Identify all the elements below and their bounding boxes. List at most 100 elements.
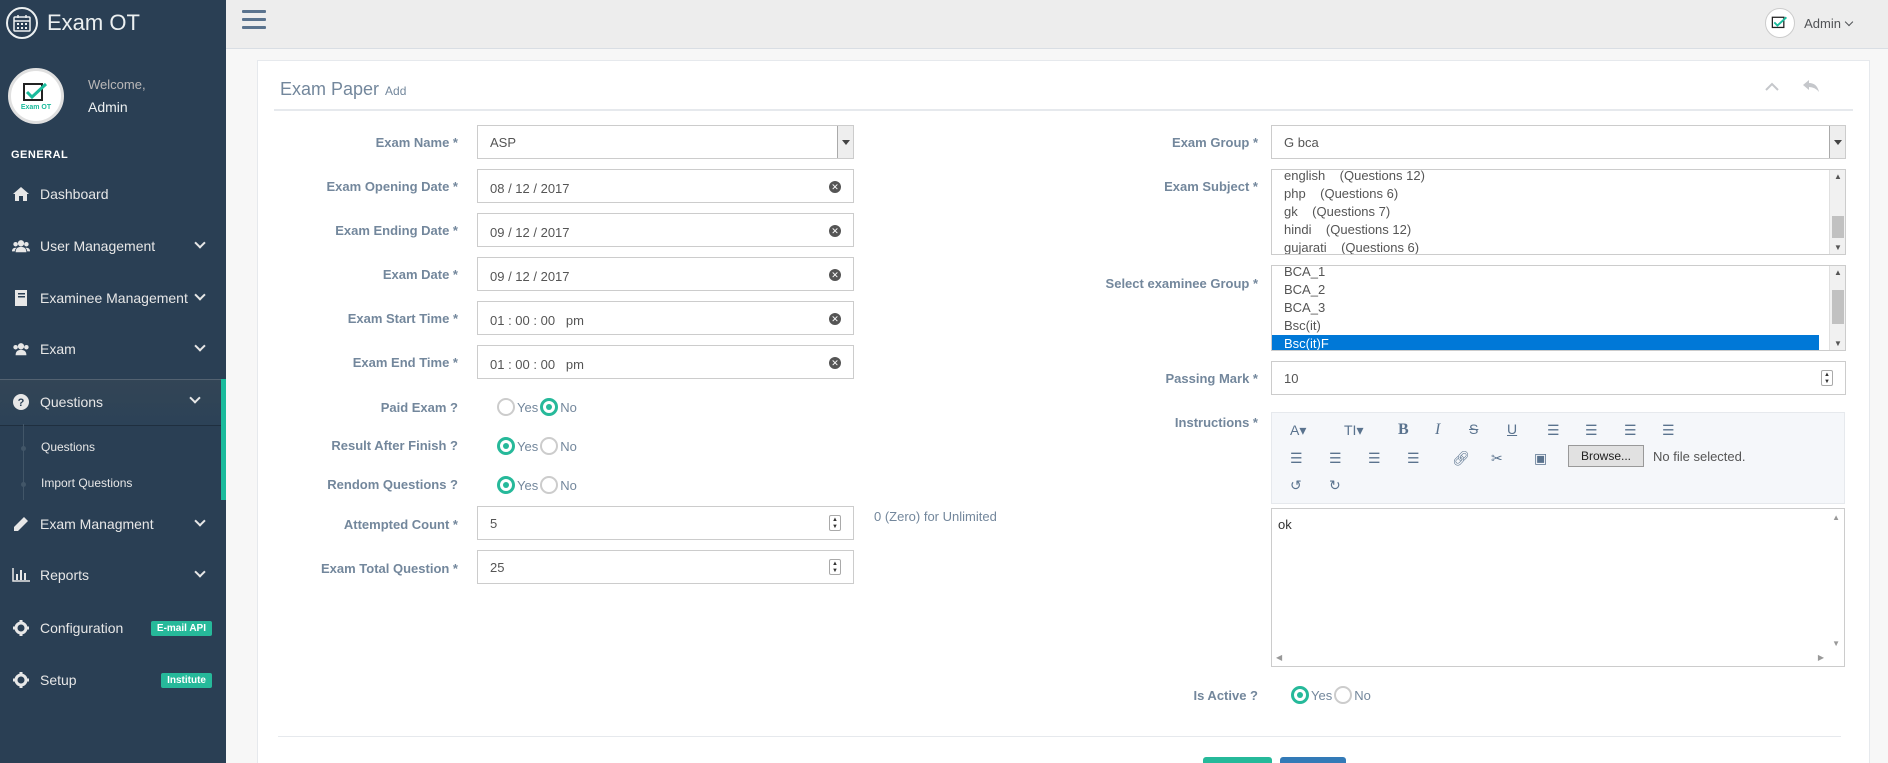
calendar-icon (6, 7, 38, 39)
gear-icon (12, 671, 30, 689)
subject-option[interactable]: gujarati (Questions 6) (1272, 239, 1845, 254)
stepper-icon[interactable]: ▲ ▼ (1821, 370, 1833, 386)
strikethrough-icon[interactable]: S (1469, 421, 1478, 437)
cancel-button[interactable] (1280, 757, 1346, 763)
attempted-count-input[interactable]: 5 ▲ ▼ (477, 506, 854, 540)
collapse-icon[interactable] (1765, 79, 1779, 95)
svg-text:?: ? (18, 397, 25, 409)
sidebar-item-user-management[interactable]: User Management (0, 224, 226, 268)
scroll-down-icon[interactable]: ▼ (1830, 339, 1845, 348)
stepper-icon[interactable]: ▲ ▼ (829, 559, 841, 575)
start-time-input[interactable]: 01 : 00 : 00 pm ✕ (477, 301, 854, 335)
undo-icon[interactable]: ↺ (1290, 477, 1302, 494)
scroll-down-icon[interactable]: ▼ (1830, 243, 1845, 252)
sidebar-item-exam[interactable]: Exam (0, 327, 226, 371)
avatar (1765, 8, 1796, 38)
exam-subject-listbox[interactable]: english (Questions 12) php (Questions 6)… (1271, 169, 1846, 255)
font-icon[interactable]: A▾ (1290, 422, 1306, 439)
sidebar-item-setup[interactable]: Setup Institute (0, 658, 226, 702)
text-height-icon[interactable]: TI▾ (1344, 422, 1363, 439)
clear-icon[interactable]: ✕ (829, 225, 841, 237)
examinee-group-option-selected[interactable]: Bsc(it)F (1272, 335, 1819, 350)
examinee-group-option[interactable]: BCA_3 (1272, 299, 1845, 317)
paid-exam-yes-radio[interactable] (497, 398, 515, 416)
chevron-down-icon (189, 392, 201, 404)
examinee-group-option[interactable]: BCA_1 (1272, 266, 1845, 281)
menu-toggle-icon[interactable] (242, 10, 266, 30)
submenu-item-import-questions[interactable]: Import Questions (41, 476, 132, 490)
sidebar-item-dashboard[interactable]: Dashboard (0, 172, 226, 216)
align-justify-icon[interactable]: ☰ (1407, 450, 1420, 467)
brand[interactable]: Exam OT (6, 6, 140, 40)
random-yes-radio[interactable] (497, 476, 515, 494)
italic-icon[interactable]: I (1435, 421, 1440, 439)
outdent-icon[interactable]: ☰ (1624, 422, 1637, 439)
picture-icon[interactable]: ▣ (1534, 450, 1547, 467)
scroll-down-icon[interactable]: ▼ (1832, 639, 1840, 648)
random-no-radio[interactable] (540, 476, 559, 494)
bold-icon[interactable]: B (1398, 421, 1409, 439)
instructions-textarea[interactable]: ok ▲ ▼ ◀ ▶ (1271, 508, 1845, 667)
scissors-icon[interactable]: ✂ (1491, 450, 1503, 467)
indent-icon[interactable]: ☰ (1662, 422, 1675, 439)
scrollbar[interactable]: ▲ ▼ (1829, 170, 1845, 254)
attempted-count-label: Attempted Count * (343, 517, 458, 532)
submit-button[interactable] (1203, 757, 1272, 763)
numbered-list-icon[interactable]: ☰ (1585, 422, 1598, 439)
end-time-input[interactable]: 01 : 00 : 00 pm ✕ (477, 345, 854, 379)
subject-option[interactable]: english (Questions 12) (1272, 170, 1845, 185)
scrollbar[interactable]: ▲ ▼ (1829, 266, 1845, 350)
paid-exam-label: Paid Exam ? (380, 400, 458, 415)
scroll-thumb[interactable] (1832, 290, 1844, 324)
submenu-item-questions[interactable]: Questions (41, 440, 95, 454)
subject-option[interactable]: php (Questions 6) (1272, 185, 1845, 203)
scroll-right-icon[interactable]: ▶ (1818, 653, 1824, 662)
examinee-group-option[interactable]: Bsc(it) (1272, 317, 1845, 335)
sidebar-item-examinee-management[interactable]: Examinee Management (0, 276, 226, 320)
examinee-group-option[interactable]: BCA_2 (1272, 281, 1845, 299)
clear-icon[interactable]: ✕ (829, 269, 841, 281)
is-active-yes-radio[interactable] (1291, 686, 1309, 704)
sidebar-item-exam-managment[interactable]: Exam Managment (0, 502, 226, 546)
topbar: Admin (226, 0, 1888, 49)
stepper-icon[interactable]: ▲ ▼ (829, 515, 841, 531)
result-yes-radio[interactable] (497, 437, 515, 455)
is-active-no-radio[interactable] (1334, 686, 1353, 704)
clear-icon[interactable]: ✕ (829, 313, 841, 325)
scroll-up-icon[interactable]: ▲ (1832, 513, 1840, 522)
paid-exam-no-radio[interactable] (540, 398, 559, 416)
bullet-list-icon[interactable]: ☰ (1547, 422, 1560, 439)
reply-icon[interactable] (1803, 79, 1819, 95)
redo-icon[interactable]: ↻ (1329, 477, 1341, 494)
link-icon[interactable]: 🔗︎ (1452, 450, 1470, 467)
result-no-radio[interactable] (540, 437, 559, 455)
align-center-icon[interactable]: ☰ (1329, 450, 1342, 467)
align-left-icon[interactable]: ☰ (1290, 450, 1303, 467)
form-divider (278, 736, 1841, 737)
opening-date-value: 08 / 12 / 2017 (490, 181, 570, 196)
total-questions-input[interactable]: 25 ▲ ▼ (477, 550, 854, 584)
scroll-up-icon[interactable]: ▲ (1830, 172, 1845, 181)
exam-date-input[interactable]: 09 / 12 / 2017 ✕ (477, 257, 854, 291)
underline-icon[interactable]: U (1507, 421, 1517, 437)
user-menu[interactable]: Admin (1765, 8, 1854, 38)
ending-date-input[interactable]: 09 / 12 / 2017 ✕ (477, 213, 854, 247)
align-right-icon[interactable]: ☰ (1368, 450, 1381, 467)
scroll-up-icon[interactable]: ▲ (1830, 268, 1845, 277)
sidebar-item-questions[interactable]: ? Questions (0, 379, 226, 425)
scroll-thumb[interactable] (1832, 216, 1844, 238)
sidebar-item-configuration[interactable]: Configuration E-mail API (0, 606, 226, 650)
scroll-left-icon[interactable]: ◀ (1276, 653, 1282, 662)
clear-icon[interactable]: ✕ (829, 357, 841, 369)
passing-mark-input[interactable]: 10 ▲ ▼ (1271, 361, 1846, 395)
examinee-group-listbox[interactable]: BCA_1 BCA_2 BCA_3 Bsc(it) Bsc(it)F ▲ ▼ (1271, 265, 1846, 351)
exam-name-select[interactable]: ASP (477, 125, 854, 159)
exam-group-select[interactable]: G bca (1271, 125, 1846, 159)
subject-option[interactable]: gk (Questions 7) (1272, 203, 1845, 221)
sidebar-item-reports[interactable]: Reports (0, 553, 226, 597)
random-questions-radio-group: Yes No (497, 476, 579, 494)
clear-icon[interactable]: ✕ (829, 181, 841, 193)
opening-date-input[interactable]: 08 / 12 / 2017 ✕ (477, 169, 854, 203)
browse-button[interactable]: Browse... (1568, 445, 1644, 467)
subject-option[interactable]: hindi (Questions 12) (1272, 221, 1845, 239)
